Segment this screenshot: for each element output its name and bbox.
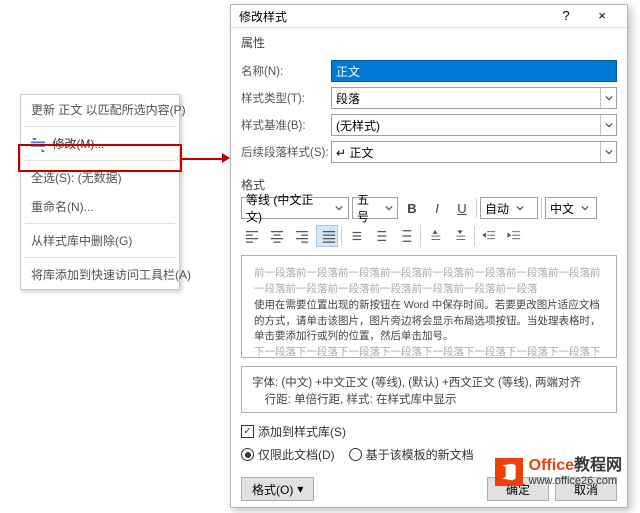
- summary-line-1: 字体: (中文) +中文正文 (等线), (默认) +西文正文 (等线), 两端…: [252, 375, 606, 392]
- preview-grey-text: 前一段落前一段落前一段落前一段落前一段落前一段落前一段落前一段落前一段落前一段落…: [254, 266, 604, 298]
- next-label: 后续段落样式(S):: [241, 144, 331, 160]
- bold-button[interactable]: B: [401, 197, 423, 219]
- chevron-down-icon: [382, 198, 395, 218]
- preview-sample-text: 使用在需要位置出现的新按钮在 Word 中保存时间。若要更改图片适应文档的方式，…: [254, 298, 604, 345]
- arrow-line: [182, 158, 224, 160]
- close-button[interactable]: ×: [585, 5, 619, 27]
- line-spacing-2-button[interactable]: [395, 225, 417, 247]
- menu-separator: [25, 223, 175, 224]
- format-button-label: 格式(O): [252, 481, 293, 498]
- type-label: 样式类型(T):: [241, 90, 331, 106]
- type-value: 段落: [336, 90, 360, 107]
- font-value: 等线 (中文正文): [246, 191, 328, 225]
- toolbar-divider: [476, 198, 477, 218]
- chevron-down-icon: [513, 198, 527, 218]
- menu-separator: [25, 160, 175, 161]
- checkbox-icon: ✓: [241, 425, 254, 438]
- menu-separator: [25, 257, 175, 258]
- menu-select-all[interactable]: 全选(S): (无数据): [21, 163, 179, 192]
- radio-icon: [241, 448, 254, 461]
- only-this-doc-radio[interactable]: 仅限此文档(D): [241, 446, 335, 463]
- name-input[interactable]: [331, 60, 617, 82]
- font-size-select[interactable]: 五号: [352, 197, 398, 219]
- format-button[interactable]: 格式(O) ▾: [241, 477, 314, 501]
- base-label: 样式基准(B):: [241, 117, 331, 133]
- modify-icon: [31, 138, 45, 152]
- modify-style-dialog: 修改样式 ? × 属性 名称(N): 样式类型(T): 段落 样式基准(B): …: [230, 4, 628, 508]
- align-left-button[interactable]: [241, 225, 263, 247]
- template-docs-radio[interactable]: 基于该模板的新文档: [349, 446, 474, 463]
- italic-button[interactable]: I: [426, 197, 448, 219]
- toolbar-divider: [420, 226, 421, 246]
- base-select[interactable]: (无样式): [331, 114, 617, 136]
- format-heading: 格式: [231, 170, 627, 193]
- indent-increase-button[interactable]: [503, 225, 525, 247]
- name-label: 名称(N):: [241, 63, 331, 79]
- next-value: ↵ 正文: [336, 144, 373, 161]
- toolbar-divider: [474, 226, 475, 246]
- help-button[interactable]: ?: [549, 5, 583, 27]
- align-center-button[interactable]: [266, 225, 288, 247]
- base-value: (无样式): [336, 117, 380, 134]
- lang-select[interactable]: 中文: [545, 197, 597, 219]
- underline-button[interactable]: U: [451, 197, 473, 219]
- office-logo-icon: [495, 458, 523, 486]
- chevron-down-icon: [600, 142, 616, 162]
- dialog-title: 修改样式: [239, 8, 547, 25]
- watermark-brand: Office: [529, 457, 574, 475]
- watermark-brand-suffix: 教程网: [574, 457, 622, 475]
- properties-heading: 属性: [231, 28, 627, 51]
- lang-value: 中文: [550, 200, 574, 217]
- menu-modify[interactable]: 修改(M)...: [21, 129, 179, 158]
- chevron-down-icon: [578, 198, 592, 218]
- space-before-dec-button[interactable]: [449, 225, 471, 247]
- paragraph-toolbar: [231, 223, 627, 251]
- font-size-value: 五号: [357, 191, 378, 225]
- color-select[interactable]: 自动: [480, 197, 538, 219]
- align-justify-button[interactable]: [316, 225, 338, 247]
- chevron-down-icon: [332, 198, 346, 218]
- radio-icon: [349, 448, 362, 461]
- watermark-url: www.office26.com: [529, 475, 622, 487]
- context-menu: 更新 正文 以匹配所选内容(P) 修改(M)... 全选(S): (无数据) 重…: [20, 94, 180, 290]
- style-summary: 字体: (中文) +中文正文 (等线), (默认) +西文正文 (等线), 两端…: [241, 366, 617, 412]
- type-select[interactable]: 段落: [331, 87, 617, 109]
- menu-remove-from-gallery[interactable]: 从样式库中删除(G): [21, 226, 179, 255]
- chevron-down-icon: ▾: [297, 482, 303, 496]
- menu-rename[interactable]: 重命名(N)...: [21, 192, 179, 221]
- preview-box: 前一段落前一段落前一段落前一段落前一段落前一段落前一段落前一段落前一段落前一段落…: [241, 255, 617, 358]
- toolbar-divider: [541, 198, 542, 218]
- space-before-inc-button[interactable]: [424, 225, 446, 247]
- titlebar: 修改样式 ? ×: [231, 5, 627, 28]
- add-to-gallery-checkbox[interactable]: ✓ 添加到样式库(S): [241, 423, 346, 440]
- radio-label: 基于该模板的新文档: [366, 446, 474, 463]
- summary-line-2: 行距: 单倍行距, 样式: 在样式库中显示: [252, 392, 606, 409]
- chevron-down-icon: [600, 115, 616, 135]
- format-toolbar: 等线 (中文正文) 五号 B I U 自动 中文: [231, 193, 627, 223]
- color-value: 自动: [485, 200, 509, 217]
- properties-panel: 名称(N): 样式类型(T): 段落 样式基准(B): (无样式) 后续段落样: [231, 51, 627, 170]
- font-select[interactable]: 等线 (中文正文): [241, 197, 349, 219]
- align-right-button[interactable]: [291, 225, 313, 247]
- menu-update-match[interactable]: 更新 正文 以匹配所选内容(P): [21, 95, 179, 124]
- chevron-down-icon: [600, 88, 616, 108]
- menu-add-to-qat[interactable]: 将库添加到快速访问工具栏(A): [21, 260, 179, 289]
- line-spacing-1-button[interactable]: [345, 225, 367, 247]
- menu-separator: [25, 126, 175, 127]
- toolbar-divider: [341, 226, 342, 246]
- preview-grey-text: 下一段落下一段落下一段落下一段落下一段落下一段落下一段落下一段落下一段落下一段落…: [254, 345, 604, 358]
- watermark: Office 教程网 www.office26.com: [495, 457, 622, 487]
- checkbox-label: 添加到样式库(S): [258, 423, 346, 440]
- arrow-head: [222, 153, 230, 163]
- indent-decrease-button[interactable]: [478, 225, 500, 247]
- menu-modify-label: 修改(M)...: [52, 137, 104, 151]
- next-select[interactable]: ↵ 正文: [331, 141, 617, 163]
- line-spacing-15-button[interactable]: [370, 225, 392, 247]
- radio-label: 仅限此文档(D): [258, 446, 335, 463]
